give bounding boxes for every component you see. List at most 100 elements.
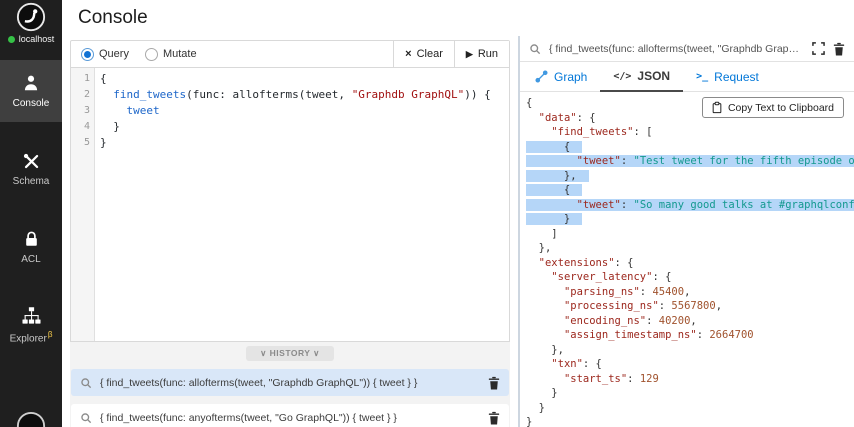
- search-icon: [529, 43, 541, 55]
- radio-selected-icon: [81, 47, 94, 61]
- query-mode-radio[interactable]: Query: [81, 47, 129, 61]
- json-line: }: [526, 401, 545, 414]
- json-line: "extensions": {: [538, 256, 634, 269]
- json-line: }: [526, 387, 558, 399]
- tab-json[interactable]: </> JSON: [600, 62, 684, 92]
- code-line: find_tweets(func: allofterms(tweet, "Gra…: [113, 88, 491, 101]
- json-line: }: [526, 416, 533, 427]
- tab-json-label: JSON: [637, 69, 671, 83]
- query-editor[interactable]: 1 2 3 4 5 { find_tweets(func: allofterms(twe…: [70, 68, 510, 342]
- history-item[interactable]: { find_tweets(func: allofterms(tweet, "G…: [71, 369, 509, 396]
- history-toggle-button[interactable]: ∨ HISTORY ∨: [246, 346, 334, 361]
- json-line: "tweet": "Test tweet for the fifth episo…: [526, 154, 854, 169]
- code-line: tweet: [126, 104, 160, 117]
- sidebar-item-label: Schema: [12, 176, 50, 187]
- sidebar: localhost Console Schema ACL Explorerβ: [0, 0, 62, 427]
- mutate-mode-label: Mutate: [162, 48, 197, 60]
- sidebar-item-explorer[interactable]: Explorerβ: [0, 294, 62, 356]
- copy-button-label: Copy Text to Clipboard: [727, 101, 834, 114]
- results-topbar: { find_tweets(func: allofterms(tweet, "G…: [520, 36, 854, 62]
- copy-to-clipboard-button[interactable]: Copy Text to Clipboard: [701, 97, 844, 118]
- json-line: }: [526, 212, 854, 227]
- code-icon: </>: [613, 70, 632, 82]
- fullscreen-icon[interactable]: [812, 42, 825, 55]
- json-line: "server_latency": {: [551, 271, 672, 283]
- content: Query Mutate × Clear ▶ Run 1 2 3 4 5 {f…: [62, 36, 854, 427]
- json-lines: { "data": { "find_tweets": [ { "tweet": …: [526, 96, 854, 427]
- radio-unselected-icon: [144, 47, 158, 61]
- json-line: "assign_timestamp_ns": 2664700: [563, 329, 754, 341]
- delete-history-button[interactable]: [488, 411, 500, 425]
- query-mode-label: Query: [99, 48, 129, 60]
- sidebar-item-console[interactable]: Console: [0, 60, 62, 122]
- json-line: {: [526, 183, 854, 198]
- page-header: Console: [62, 0, 854, 36]
- json-line: },: [526, 343, 564, 356]
- delete-result-button[interactable]: [833, 42, 845, 56]
- line-number: 5: [83, 137, 90, 148]
- query-toolbar: Query Mutate × Clear ▶ Run: [70, 40, 510, 68]
- json-line: "txn": {: [551, 358, 602, 370]
- json-line: },: [526, 169, 854, 184]
- server-label: localhost: [18, 34, 55, 44]
- delete-history-button[interactable]: [488, 376, 500, 390]
- connection-status-dot: [7, 35, 15, 43]
- sidebar-item-acl[interactable]: ACL: [0, 216, 62, 278]
- json-line: ]: [526, 227, 558, 240]
- clear-button-label: Clear: [416, 48, 443, 60]
- app-window: localhost Console Schema ACL Explorerβ C…: [0, 0, 854, 427]
- search-icon: [80, 377, 92, 389]
- code-line: }: [100, 136, 107, 149]
- json-line: "parsing_ns": 45400,: [563, 285, 691, 298]
- tools-icon: [20, 151, 42, 171]
- result-tabs: Graph </> JSON >_ Request: [520, 62, 854, 92]
- lock-icon: [20, 229, 42, 249]
- main-area: Console Query Mutate × Clear ▶ Run 1 2 3…: [62, 0, 854, 427]
- history-area: ∨ HISTORY ∨ { find_tweets(func: allofter…: [70, 342, 510, 427]
- tab-request-label: Request: [714, 69, 759, 84]
- clear-x-icon: ×: [405, 48, 412, 60]
- json-line: },: [526, 242, 552, 254]
- query-panel: Query Mutate × Clear ▶ Run 1 2 3 4 5 {f…: [62, 36, 520, 427]
- result-query-summary: { find_tweets(func: allofterms(tweet, "G…: [549, 42, 804, 55]
- line-number: 1: [83, 73, 90, 84]
- tab-graph-label: Graph: [554, 69, 588, 84]
- json-line: "encoding_ns": 40200,: [563, 314, 697, 327]
- dgraph-logo-bottom: [16, 411, 46, 427]
- beta-badge: β: [47, 330, 53, 340]
- line-number: 3: [83, 105, 90, 116]
- search-icon: [80, 412, 92, 424]
- mutate-mode-radio[interactable]: Mutate: [144, 47, 197, 61]
- history-query-text: { find_tweets(func: allofterms(tweet, "G…: [100, 376, 418, 389]
- history-item[interactable]: { find_tweets(func: anyofterms(tweet, "G…: [71, 404, 509, 427]
- dgraph-logo: [16, 2, 46, 32]
- terminal-icon: >_: [696, 71, 709, 82]
- sidebar-nav: Console Schema ACL Explorerβ: [0, 60, 62, 372]
- graph-icon: [535, 70, 548, 83]
- history-query-text: { find_tweets(func: anyofterms(tweet, "G…: [100, 411, 397, 424]
- sidebar-item-label: ACL: [21, 254, 41, 265]
- json-result-view[interactable]: Copy Text to Clipboard { "data": { "find…: [520, 92, 854, 427]
- line-number: 4: [83, 121, 90, 132]
- page-title: Console: [78, 7, 148, 28]
- run-button[interactable]: ▶ Run: [453, 41, 509, 67]
- tab-graph[interactable]: Graph: [522, 62, 600, 91]
- console-icon: [20, 73, 42, 93]
- sidebar-item-partial[interactable]: [0, 411, 62, 427]
- server-status[interactable]: localhost: [7, 0, 55, 44]
- sidebar-item-schema[interactable]: Schema: [0, 138, 62, 200]
- json-line: "tweet": "So many good talks at #graphql…: [526, 198, 854, 213]
- play-icon: ▶: [465, 48, 473, 59]
- line-number: 2: [83, 89, 90, 100]
- clear-button[interactable]: × Clear: [393, 41, 454, 67]
- sidebar-item-label: Explorerβ: [9, 330, 53, 345]
- json-line: "find_tweets": [: [551, 126, 653, 138]
- code-line: {: [100, 72, 107, 85]
- tab-request[interactable]: >_ Request: [683, 62, 772, 91]
- editor-code: { find_tweets(func: allofterms(tweet, "G…: [95, 68, 509, 341]
- code-line: }: [100, 120, 120, 133]
- sidebar-item-label: Console: [12, 98, 50, 109]
- run-button-label: Run: [477, 48, 498, 60]
- mode-radios: Query Mutate: [71, 47, 393, 61]
- json-line: "processing_ns": 5567800,: [563, 300, 723, 312]
